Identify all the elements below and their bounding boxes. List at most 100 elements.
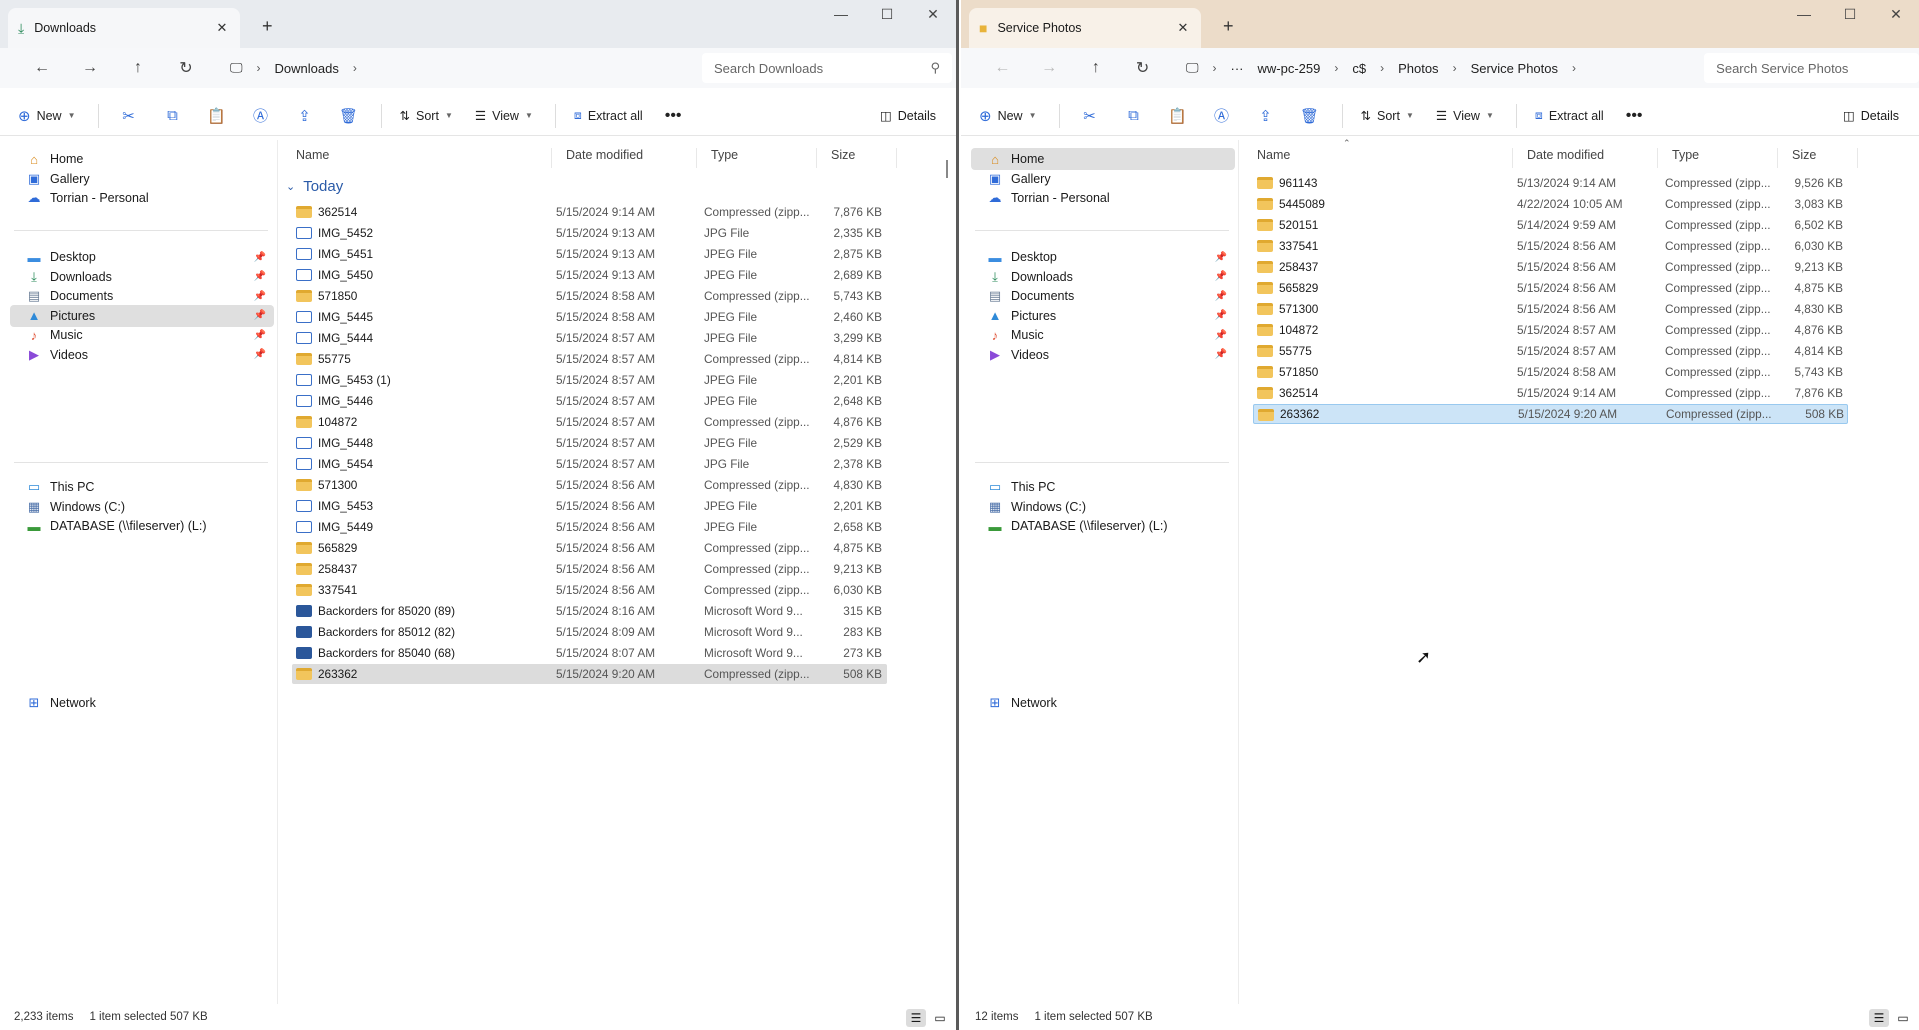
column-header-name[interactable]: Name [282,148,552,168]
up-button[interactable]: ↑ [114,59,162,77]
breadcrumb-item[interactable]: Downloads [275,61,339,76]
column-header-name[interactable]: Name [1243,148,1513,168]
search-input[interactable]: Search Service Photos [1704,53,1919,83]
file-row[interactable]: IMG_5454 5/15/2024 8:57 AM JPG File 2,37… [292,454,887,474]
new-button[interactable]: ⊕ New ▼ [18,107,76,125]
sidebar-item-music[interactable]: ♪ Music 📌 [971,324,1235,346]
sidebar-item-this-pc[interactable]: ▭ This PC [971,476,1235,498]
file-row[interactable]: 258437 5/15/2024 8:56 AM Compressed (zip… [1253,257,1848,277]
file-row[interactable]: IMG_5453 (1) 5/15/2024 8:57 AM JPEG File… [292,370,887,390]
tab-downloads[interactable]: ⤓ Downloads ✕ [8,8,240,48]
search-input[interactable]: Search Downloads ⚲ [702,53,952,83]
file-row[interactable]: 571300 5/15/2024 8:56 AM Compressed (zip… [292,475,887,495]
sidebar-item-videos[interactable]: ▶ Videos 📌 [10,344,274,366]
rename-icon[interactable]: Ⓐ [1210,105,1234,126]
close-window-button[interactable]: ✕ [910,6,956,23]
forward-button[interactable]: → [1026,59,1073,77]
file-row[interactable]: 362514 5/15/2024 9:14 AM Compressed (zip… [1253,383,1848,403]
copy-icon[interactable]: ⧉ [161,107,185,124]
sidebar-item-music[interactable]: ♪ Music 📌 [10,324,274,346]
file-row[interactable]: 565829 5/15/2024 8:56 AM Compressed (zip… [292,538,887,558]
sidebar-item-home[interactable]: ⌂ Home [971,148,1235,170]
delete-icon[interactable]: 🗑 [337,107,361,125]
new-tab-button[interactable]: + [262,16,273,37]
file-row[interactable]: Backorders for 85012 (82) 5/15/2024 8:09… [292,622,887,642]
file-row[interactable]: 55775 5/15/2024 8:57 AM Compressed (zipp… [1253,341,1848,361]
rename-icon[interactable]: Ⓐ [249,105,273,126]
maximize-button[interactable]: ☐ [1827,6,1873,23]
file-row[interactable]: 571850 5/15/2024 8:58 AM Compressed (zip… [292,286,887,306]
tiles-view-icon[interactable]: ▭ [1893,1009,1913,1027]
minimize-button[interactable]: — [818,6,864,23]
file-row[interactable]: 258437 5/15/2024 8:56 AM Compressed (zip… [292,559,887,579]
file-row[interactable]: 337541 5/15/2024 8:56 AM Compressed (zip… [292,580,887,600]
column-header-size[interactable]: Size [1778,148,1858,168]
tiles-view-icon[interactable]: ▭ [930,1009,950,1027]
new-tab-button[interactable]: + [1223,16,1234,37]
refresh-button[interactable]: ↻ [1119,58,1166,78]
more-options-button[interactable]: ••• [1626,107,1643,125]
refresh-button[interactable]: ↻ [162,58,210,78]
breadcrumb[interactable]: 🖵 › Downloads › [222,53,692,83]
breadcrumb-overflow[interactable]: ··· [1230,61,1243,76]
view-button[interactable]: ☰ View ▼ [475,108,533,124]
sidebar-item-this-pc[interactable]: ▭ This PC [10,476,274,498]
column-header-type[interactable]: Type [1658,148,1778,168]
file-row[interactable]: IMG_5446 5/15/2024 8:57 AM JPEG File 2,6… [292,391,887,411]
sidebar-item-desktop[interactable]: ▬ Desktop 📌 [971,246,1235,268]
sidebar-item-videos[interactable]: ▶ Videos 📌 [971,344,1235,366]
file-row[interactable]: 55775 5/15/2024 8:57 AM Compressed (zipp… [292,349,887,369]
file-row[interactable]: 520151 5/14/2024 9:59 AM Compressed (zip… [1253,215,1848,235]
details-view-icon[interactable]: ☰ [906,1009,926,1027]
sidebar-item-documents[interactable]: ▤ Documents 📌 [10,285,274,307]
cut-icon[interactable]: ✂ [117,107,141,125]
more-options-button[interactable]: ••• [665,107,682,125]
file-row[interactable]: IMG_5449 5/15/2024 8:56 AM JPEG File 2,6… [292,517,887,537]
minimize-button[interactable]: — [1781,6,1827,23]
delete-icon[interactable]: 🗑 [1298,107,1322,125]
sort-button[interactable]: ⇅ Sort ▼ [400,108,453,124]
sidebar-item-database-fileserver-l-[interactable]: ▬ DATABASE (\\fileserver) (L:) [971,515,1235,537]
sidebar-item-torrian-personal[interactable]: ☁ Torrian - Personal [971,187,1235,209]
share-icon[interactable]: ⇪ [293,107,317,125]
file-row[interactable]: 263362 5/15/2024 9:20 AM Compressed (zip… [1253,404,1848,424]
breadcrumb[interactable]: 🖵 › ··· ww-pc-259 › c$ › Photos › Servic… [1178,53,1694,83]
group-header-today[interactable]: ⌄ Today [286,178,343,195]
file-row[interactable]: 565829 5/15/2024 8:56 AM Compressed (zip… [1253,278,1848,298]
file-row[interactable]: 263362 5/15/2024 9:20 AM Compressed (zip… [292,664,887,684]
sidebar-item-desktop[interactable]: ▬ Desktop 📌 [10,246,274,268]
paste-icon[interactable]: 📋 [205,107,229,125]
file-row[interactable]: IMG_5448 5/15/2024 8:57 AM JPEG File 2,5… [292,433,887,453]
file-row[interactable]: 571300 5/15/2024 8:56 AM Compressed (zip… [1253,299,1848,319]
details-view-icon[interactable]: ☰ [1869,1009,1889,1027]
breadcrumb-item[interactable]: ww-pc-259 [1257,61,1320,76]
sidebar-item-network[interactable]: ⊞ Network [10,692,274,714]
sidebar-item-network[interactable]: ⊞ Network [971,692,1235,714]
maximize-button[interactable]: ☐ [864,6,910,23]
file-row[interactable]: 104872 5/15/2024 8:57 AM Compressed (zip… [292,412,887,432]
cut-icon[interactable]: ✂ [1078,107,1102,125]
close-tab-icon[interactable]: ✕ [214,20,230,36]
file-row[interactable]: 961143 5/13/2024 9:14 AM Compressed (zip… [1253,173,1848,193]
close-window-button[interactable]: ✕ [1873,6,1919,23]
extract-all-button[interactable]: ⧈ Extract all [574,108,643,123]
breadcrumb-item[interactable]: Service Photos [1471,61,1558,76]
back-button[interactable]: ← [18,59,66,77]
file-row[interactable]: IMG_5445 5/15/2024 8:58 AM JPEG File 2,4… [292,307,887,327]
details-button[interactable]: ◫ Details [880,108,936,124]
file-row[interactable]: 337541 5/15/2024 8:56 AM Compressed (zip… [1253,236,1848,256]
column-header-date[interactable]: Date modified [552,148,697,168]
file-row[interactable]: IMG_5452 5/15/2024 9:13 AM JPG File 2,33… [292,223,887,243]
file-row[interactable]: IMG_5450 5/15/2024 9:13 AM JPEG File 2,6… [292,265,887,285]
share-icon[interactable]: ⇪ [1254,107,1278,125]
up-button[interactable]: ↑ [1072,59,1119,77]
view-button[interactable]: ☰ View ▼ [1436,108,1494,124]
sidebar-item-documents[interactable]: ▤ Documents 📌 [971,285,1235,307]
sidebar-item-torrian-personal[interactable]: ☁ Torrian - Personal [10,187,274,209]
paste-icon[interactable]: 📋 [1166,107,1190,125]
back-button[interactable]: ← [979,59,1026,77]
breadcrumb-item[interactable]: c$ [1352,61,1366,76]
file-row[interactable]: IMG_5453 5/15/2024 8:56 AM JPEG File 2,2… [292,496,887,516]
copy-icon[interactable]: ⧉ [1122,107,1146,124]
file-row[interactable]: 362514 5/15/2024 9:14 AM Compressed (zip… [292,202,887,222]
